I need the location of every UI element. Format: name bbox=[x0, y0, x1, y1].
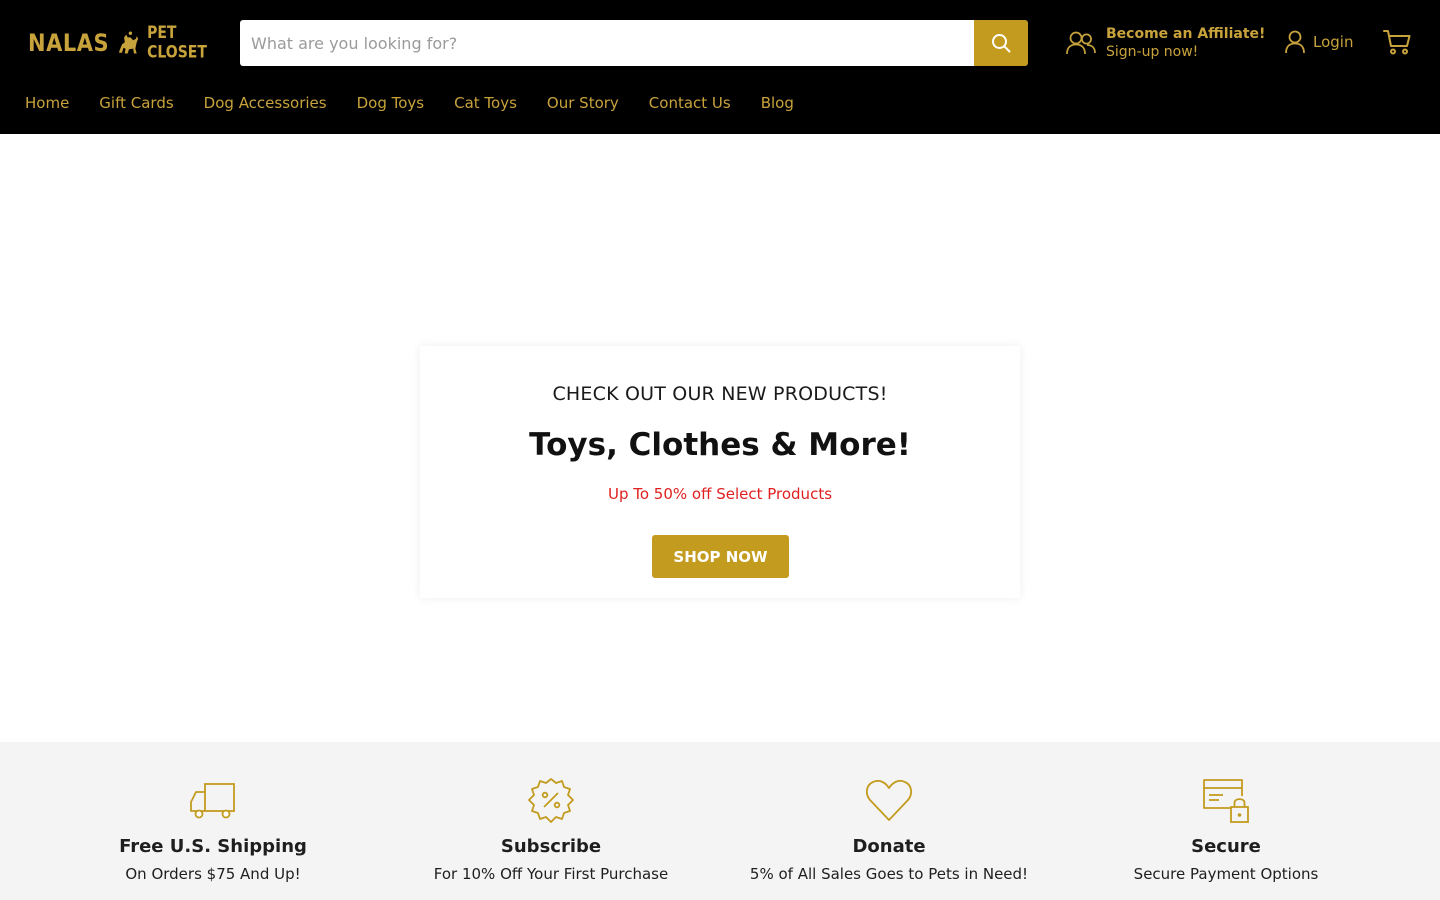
feature-title: Subscribe bbox=[500, 836, 602, 857]
login-label: Login bbox=[1313, 33, 1354, 51]
feature-text: For 10% Off Your First Purchase bbox=[433, 865, 669, 883]
promo-title: Toys, Clothes & More! bbox=[529, 427, 911, 463]
nav-item-dog-toys[interactable]: Dog Toys bbox=[357, 94, 425, 112]
search-input[interactable] bbox=[240, 20, 974, 66]
login-link[interactable]: Login bbox=[1284, 30, 1353, 54]
truck-icon bbox=[190, 783, 235, 819]
nav-item-home[interactable]: Home bbox=[25, 94, 69, 112]
nav-item-blog[interactable]: Blog bbox=[761, 94, 794, 112]
nav-item-gift-cards[interactable]: Gift Cards bbox=[99, 94, 173, 112]
feature-title: Secure bbox=[1191, 836, 1261, 857]
feature-text: On Orders $75 And Up! bbox=[125, 865, 301, 883]
cart-icon[interactable] bbox=[1382, 28, 1412, 56]
nav-item-contact-us[interactable]: Contact Us bbox=[649, 94, 731, 112]
nav-item-our-story[interactable]: Our Story bbox=[547, 94, 619, 112]
feature-title: Free U.S. Shipping bbox=[119, 836, 307, 857]
secure-card-icon bbox=[1203, 779, 1249, 823]
promo-kicker: CHECK OUT OUR NEW PRODUCTS! bbox=[552, 383, 888, 405]
percent-badge-icon bbox=[528, 778, 574, 823]
nav-item-cat-toys[interactable]: Cat Toys bbox=[454, 94, 517, 112]
site-header: NALAS PET CLOSET Become an Affiliate! Si… bbox=[0, 0, 1440, 134]
feature-text: 5% of All Sales Goes to Pets in Need! bbox=[749, 865, 1029, 883]
features-bar: Free U.S. Shipping On Orders $75 And Up!… bbox=[0, 742, 1440, 900]
feature-title: Donate bbox=[852, 836, 926, 857]
user-icon bbox=[1285, 30, 1305, 54]
promo-subtitle: Up To 50% off Select Products bbox=[607, 485, 833, 503]
search-button[interactable] bbox=[974, 20, 1028, 66]
users-icon bbox=[1066, 31, 1096, 55]
promo-card: CHECK OUT OUR NEW PRODUCTS! Toys, Clothe… bbox=[420, 346, 1020, 598]
affiliate-subtitle: Sign-up now! bbox=[1106, 44, 1199, 60]
logo-text-sub: PET CLOSET bbox=[147, 23, 207, 63]
nav-item-dog-accessories[interactable]: Dog Accessories bbox=[204, 94, 327, 112]
main-nav: Home Gift Cards Dog Accessories Dog Toys… bbox=[25, 94, 824, 112]
affiliate-text: Become an Affiliate! Sign-up now! bbox=[1106, 25, 1265, 61]
search-bar bbox=[240, 20, 1028, 66]
logo-text-main: NALAS bbox=[28, 29, 110, 57]
site-logo[interactable]: NALAS PET CLOSET bbox=[28, 24, 213, 62]
dog-logo-icon bbox=[119, 31, 139, 54]
heart-icon bbox=[866, 779, 912, 821]
affiliate-title: Become an Affiliate! bbox=[1106, 26, 1266, 42]
affiliate-link[interactable]: Become an Affiliate! Sign-up now! bbox=[1066, 24, 1265, 62]
search-icon bbox=[992, 34, 1011, 53]
shop-now-button[interactable]: SHOP NOW bbox=[652, 535, 789, 578]
feature-text: Secure Payment Options bbox=[1133, 865, 1319, 883]
